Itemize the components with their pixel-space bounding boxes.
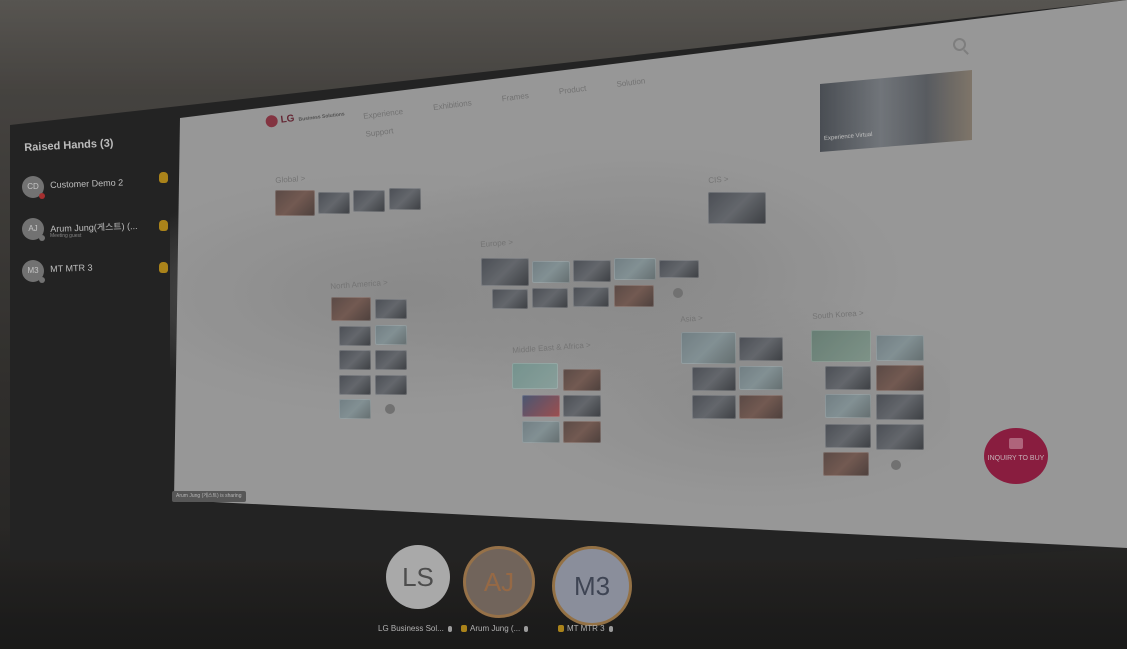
avatar: CD: [22, 176, 45, 199]
showroom-thumbnail[interactable]: [375, 375, 407, 395]
showroom-thumbnail[interactable]: [563, 369, 601, 391]
showroom-thumbnail[interactable]: [825, 394, 871, 418]
showroom-thumbnail[interactable]: [614, 258, 656, 280]
avatar-initials: CD: [27, 182, 39, 191]
participant-tile[interactable]: LS: [386, 545, 450, 609]
screen-share-tag: Arum Jung (게스트) is sharing: [172, 491, 246, 502]
showroom-thumbnail[interactable]: [823, 452, 869, 476]
showroom-thumbnail[interactable]: [532, 288, 568, 308]
showroom-thumbnail[interactable]: [876, 394, 924, 420]
participant-label: MT MTR 3: [558, 624, 613, 633]
showroom-thumbnail[interactable]: [692, 395, 736, 419]
nav-item-frames[interactable]: Frames: [501, 91, 529, 103]
showroom-thumbnail[interactable]: [825, 424, 871, 448]
showroom-thumbnail[interactable]: [375, 299, 407, 319]
showroom-thumbnail[interactable]: [739, 395, 783, 419]
mic-icon: [447, 625, 452, 632]
showroom-thumbnail[interactable]: [481, 258, 529, 286]
nav-item-exhibitions[interactable]: Exhibitions: [433, 98, 473, 112]
raised-hand-icon: [461, 625, 467, 633]
status-dot: [39, 235, 45, 241]
showroom-thumbnail[interactable]: [331, 297, 371, 321]
showroom-thumbnail[interactable]: [563, 421, 601, 443]
showroom-thumbnail[interactable]: [825, 366, 871, 390]
participant-subtitle: Meeting guest: [50, 233, 82, 239]
avatar-initials: AJ: [28, 224, 38, 233]
raised-hand-icon: [159, 172, 168, 183]
chat-icon: [1009, 438, 1023, 449]
raised-hand-icon: [159, 220, 168, 231]
showroom-thumbnail[interactable]: [692, 367, 736, 391]
participant-initials: LS: [402, 562, 434, 592]
region-asia[interactable]: Asia >: [680, 313, 703, 324]
participant-label-text: Arum Jung (...: [470, 624, 521, 633]
showroom-thumbnail[interactable]: [339, 326, 371, 346]
showroom-thumbnail[interactable]: [339, 399, 371, 419]
status-dot: [39, 193, 45, 199]
showroom-thumbnail[interactable]: [339, 350, 371, 370]
raised-hand-item[interactable]: CD Customer Demo 2: [22, 172, 172, 208]
participant-label: LG Business Sol...: [378, 624, 452, 633]
showroom-thumbnail[interactable]: [573, 260, 611, 282]
showroom-thumbnail[interactable]: [522, 395, 560, 417]
nav-item-solution[interactable]: Solution: [616, 76, 646, 89]
nav-item-product[interactable]: Product: [558, 84, 586, 96]
nav-item-support[interactable]: Support: [365, 126, 394, 138]
mic-icon: [524, 625, 529, 632]
more-icon[interactable]: [891, 460, 901, 470]
raised-hand-item[interactable]: M3 MT MTR 3: [22, 260, 172, 292]
showroom-thumbnail[interactable]: [353, 190, 385, 212]
mic-icon: [608, 625, 613, 632]
showroom-thumbnail[interactable]: [739, 337, 783, 361]
status-dot: [39, 277, 45, 283]
showroom-thumbnail[interactable]: [275, 190, 315, 216]
avatar: AJ: [22, 218, 45, 241]
participant-label: Arum Jung (...: [461, 624, 529, 633]
inquiry-label: INQUIRY TO BUY: [987, 455, 1045, 462]
showroom-thumbnail[interactable]: [375, 325, 407, 345]
participant-initials: M3: [573, 571, 611, 601]
nav-item-experience[interactable]: Experience: [363, 107, 404, 121]
showroom-thumbnail[interactable]: [739, 366, 783, 390]
showroom-thumbnail[interactable]: [522, 421, 560, 443]
showroom-thumbnail[interactable]: [659, 260, 699, 278]
showroom-thumbnail[interactable]: [375, 350, 407, 370]
logo-text: LG: [279, 113, 296, 126]
search-icon[interactable]: [953, 38, 966, 51]
raised-hands-title: Raised Hands (3): [24, 137, 114, 154]
showroom-thumbnail[interactable]: [492, 289, 528, 309]
raised-hand-item[interactable]: AJ Arum Jung(게스트) (... Meeting guest: [22, 218, 172, 250]
avatar: M3: [22, 260, 45, 283]
showroom-thumbnail[interactable]: [512, 363, 558, 389]
avatar-initials: M3: [27, 266, 39, 275]
participant-name: MT MTR 3: [50, 262, 93, 274]
region-cis[interactable]: CIS >: [708, 175, 729, 185]
showroom-thumbnail[interactable]: [532, 261, 570, 283]
raised-hand-icon: [558, 625, 564, 633]
showroom-thumbnail[interactable]: [614, 285, 654, 307]
participant-tile[interactable]: AJ: [463, 546, 535, 618]
showroom-thumbnail[interactable]: [389, 188, 421, 210]
participant-label-text: MT MTR 3: [567, 624, 605, 633]
participant-name: Customer Demo 2: [50, 177, 124, 190]
showroom-thumbnail[interactable]: [573, 287, 609, 307]
showroom-thumbnail[interactable]: [681, 332, 736, 364]
showroom-thumbnail[interactable]: [876, 365, 924, 391]
raised-hands-panel: Raised Hands (3) CD Customer Demo 2 AJ A…: [16, 120, 178, 520]
raised-hand-icon: [159, 262, 168, 273]
showroom-thumbnail[interactable]: [876, 424, 924, 450]
showroom-thumbnail[interactable]: [708, 192, 766, 224]
more-icon[interactable]: [673, 288, 683, 298]
showroom-thumbnail[interactable]: [876, 335, 924, 361]
showroom-thumbnail[interactable]: [563, 395, 601, 417]
showroom-thumbnail[interactable]: [811, 330, 871, 362]
more-icon[interactable]: [385, 404, 395, 414]
participant-initials: AJ: [483, 567, 515, 597]
participant-label-text: LG Business Sol...: [378, 624, 444, 633]
lg-logo-icon: [265, 114, 279, 128]
inquiry-button[interactable]: INQUIRY TO BUY: [984, 428, 1048, 484]
showroom-thumbnail[interactable]: [318, 192, 350, 214]
showroom-thumbnail[interactable]: [339, 375, 371, 395]
participant-tile[interactable]: M3: [552, 546, 632, 626]
